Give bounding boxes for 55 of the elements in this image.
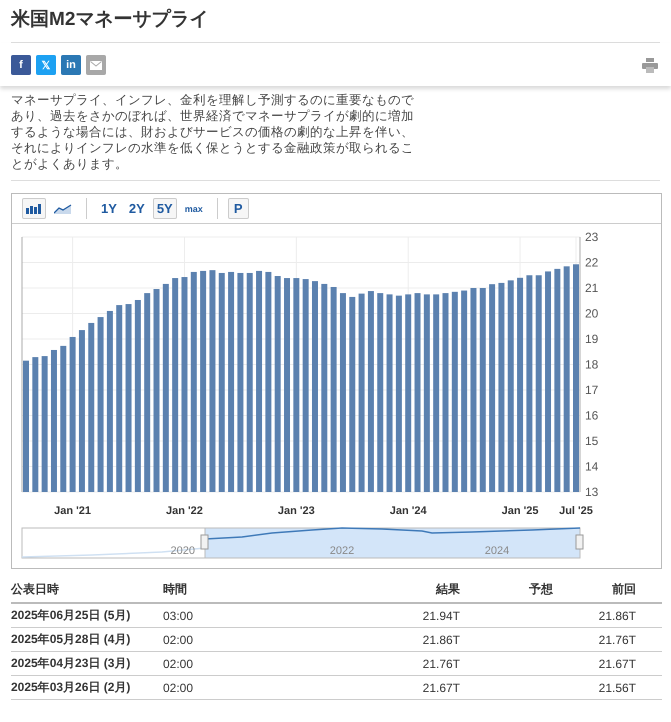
email-share-button[interactable] xyxy=(86,55,106,75)
x-axis-label: Jan '21 xyxy=(54,505,92,517)
actual-cell: 21.67T xyxy=(313,676,460,700)
y-axis-label: 20 xyxy=(585,306,598,320)
time-cell: 02:00 xyxy=(163,652,313,676)
actual-cell: 21.76T xyxy=(313,652,460,676)
y-axis-label: 18 xyxy=(585,358,598,372)
previous-cell: 21.76T xyxy=(553,628,662,652)
area-chart-icon xyxy=(54,204,72,214)
bar-chart-icon xyxy=(26,204,42,214)
y-axis-label: 14 xyxy=(585,460,598,474)
actual-cell: 21.86T xyxy=(313,628,460,652)
p-button[interactable]: P xyxy=(228,198,249,219)
y-axis-label: 13 xyxy=(585,485,598,499)
y-axis-label: 19 xyxy=(585,332,598,346)
y-axis-label: 15 xyxy=(585,434,598,448)
range-handle[interactable] xyxy=(576,534,584,550)
y-axis-label: 21 xyxy=(585,281,598,295)
share-button[interactable]: f xyxy=(11,55,31,75)
envelope-icon xyxy=(90,60,102,70)
date-cell: 2025年04月23日 (3月) xyxy=(11,652,163,676)
actual-cell: 21.94T xyxy=(313,603,460,628)
range-handle[interactable] xyxy=(200,534,208,550)
y-axis-label: 17 xyxy=(585,383,598,397)
column-header: 結果 xyxy=(313,577,460,603)
time-cell: 02:00 xyxy=(163,676,313,700)
date-cell: 2025年03月26日 (2月) xyxy=(11,676,163,700)
y-axis-label: 16 xyxy=(585,408,598,422)
print-icon[interactable] xyxy=(642,58,658,72)
y-axis-label: 22 xyxy=(585,256,598,270)
x-axis-label: Jan '25 xyxy=(502,505,538,517)
x-axis-label: Jan '22 xyxy=(166,505,203,517)
previous-cell: 21.67T xyxy=(553,652,662,676)
y-axis-label: 23 xyxy=(585,230,598,244)
column-header: 予想 xyxy=(460,577,553,603)
x-axis-label: Jul '25 xyxy=(559,505,593,517)
date-cell: 2025年06月25日 (5月) xyxy=(11,603,163,628)
time-cell: 03:00 xyxy=(163,603,313,628)
column-header: 前回 xyxy=(553,577,662,603)
time-cell: 02:00 xyxy=(163,628,313,652)
column-header: 公表日時 xyxy=(11,577,163,603)
date-cell: 2025年05月28日 (4月) xyxy=(11,628,163,652)
x-axis-label: Jan '24 xyxy=(390,505,427,517)
previous-cell: 21.56T xyxy=(553,676,662,700)
navigator-year-label: 2022 xyxy=(330,545,354,557)
navigator-year-label: 2020 xyxy=(170,545,195,557)
navigator-year-label: 2024 xyxy=(484,545,510,557)
column-header: 時間 xyxy=(163,577,313,603)
previous-cell: 21.86T xyxy=(553,603,662,628)
description-text: マネーサプライ、インフレ、金利を理解し予測するのに重要なものであり、過去をさかのぼれば、世界経済でマネーサプライが劇的に増加するような場合には、財およびサービスの価格の劇的な上昇を伴い、それによりインフレの水準を低く保とうとする金融政策が取られることがよくあります。 xyxy=(11,92,415,172)
bar-chart-button[interactable] xyxy=(22,198,46,219)
x-axis-label: Jan '23 xyxy=(278,505,315,517)
page-title: 米国M2マネーサプライ xyxy=(11,0,660,43)
range-button[interactable]: 5Y xyxy=(152,198,177,219)
share-button[interactable]: in xyxy=(61,55,81,75)
